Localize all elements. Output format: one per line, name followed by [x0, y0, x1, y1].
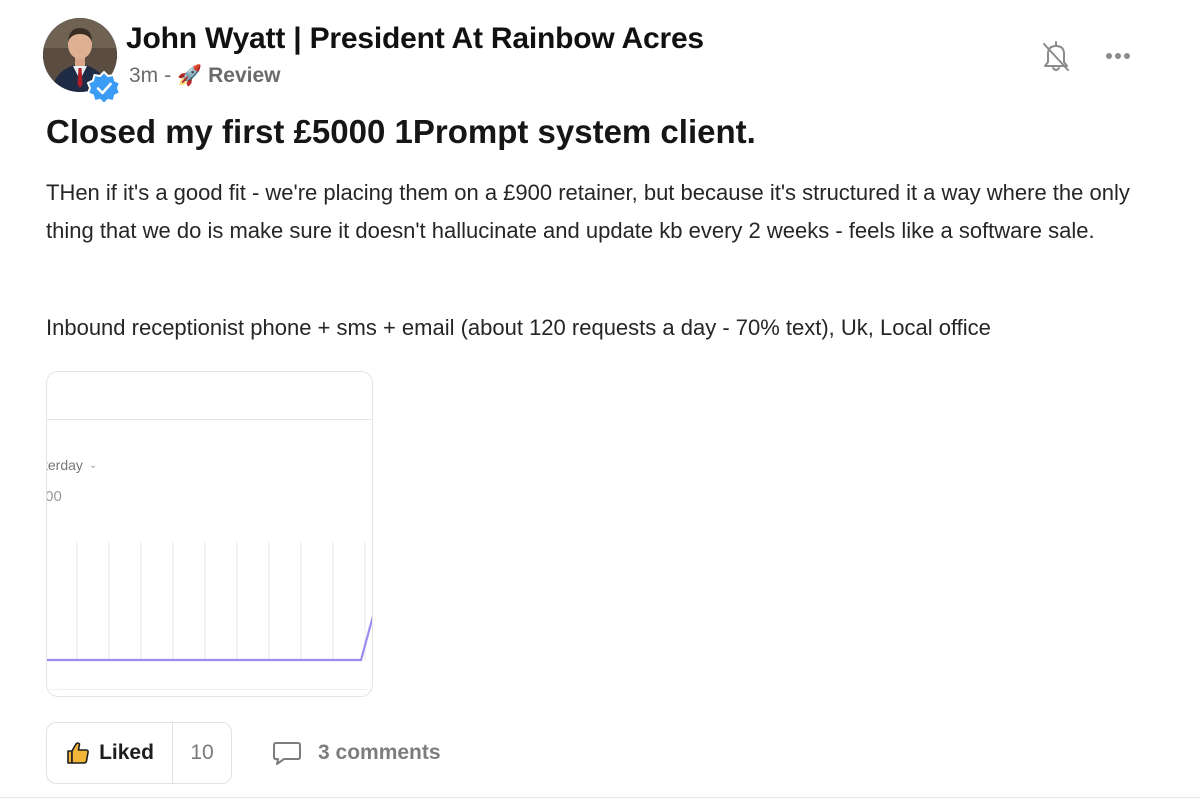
attachment-date-label: sterday — [47, 457, 83, 473]
like-toggle[interactable]: Liked — [47, 723, 173, 783]
thumbs-up-icon — [67, 742, 89, 764]
post-title: Closed my first £5000 1Prompt system cli… — [46, 113, 756, 150]
more-dot — [1115, 53, 1121, 59]
like-label: Liked — [99, 741, 154, 764]
attachment-series-line — [47, 615, 372, 662]
meta-separator: - — [164, 63, 172, 87]
author-name[interactable]: John Wyatt | President At Rainbow Acres — [126, 22, 704, 56]
bell-off-icon[interactable] — [1040, 38, 1072, 74]
more-dot — [1124, 53, 1130, 59]
rocket-icon: 🚀 — [177, 65, 203, 87]
post-paragraph: THen if it's a good fit - we're placing … — [46, 180, 1130, 243]
comments-button[interactable]: 3 comments — [272, 738, 441, 768]
comment-bubble-icon — [273, 742, 301, 765]
verified-badge-icon — [86, 70, 122, 106]
attachment-line-chart — [47, 542, 372, 662]
post-meta: 3m - 🚀 Review — [129, 63, 280, 88]
more-dot — [1106, 53, 1112, 59]
post-divider — [0, 797, 1200, 798]
community-post: John Wyatt | President At Rainbow Acres … — [0, 0, 1200, 800]
attachment-bottom-rule — [47, 689, 372, 690]
comments-label: 3 comments — [318, 741, 441, 764]
post-category[interactable]: Review — [208, 64, 280, 88]
like-button[interactable]: Liked 10 — [46, 722, 232, 784]
post-paragraph: Inbound receptionist phone + sms + email… — [46, 315, 991, 340]
post-attachment-image[interactable]: sterday ⌄ .00 — [46, 371, 373, 697]
chevron-down-icon: ⌄ — [88, 459, 98, 471]
attachment-divider — [47, 419, 372, 420]
like-count[interactable]: 10 — [173, 723, 231, 783]
attachment-value: .00 — [46, 488, 62, 505]
attachment-date-filter: sterday ⌄ — [47, 457, 98, 473]
more-options-button[interactable] — [1100, 44, 1136, 68]
post-time: 3m — [129, 63, 159, 87]
